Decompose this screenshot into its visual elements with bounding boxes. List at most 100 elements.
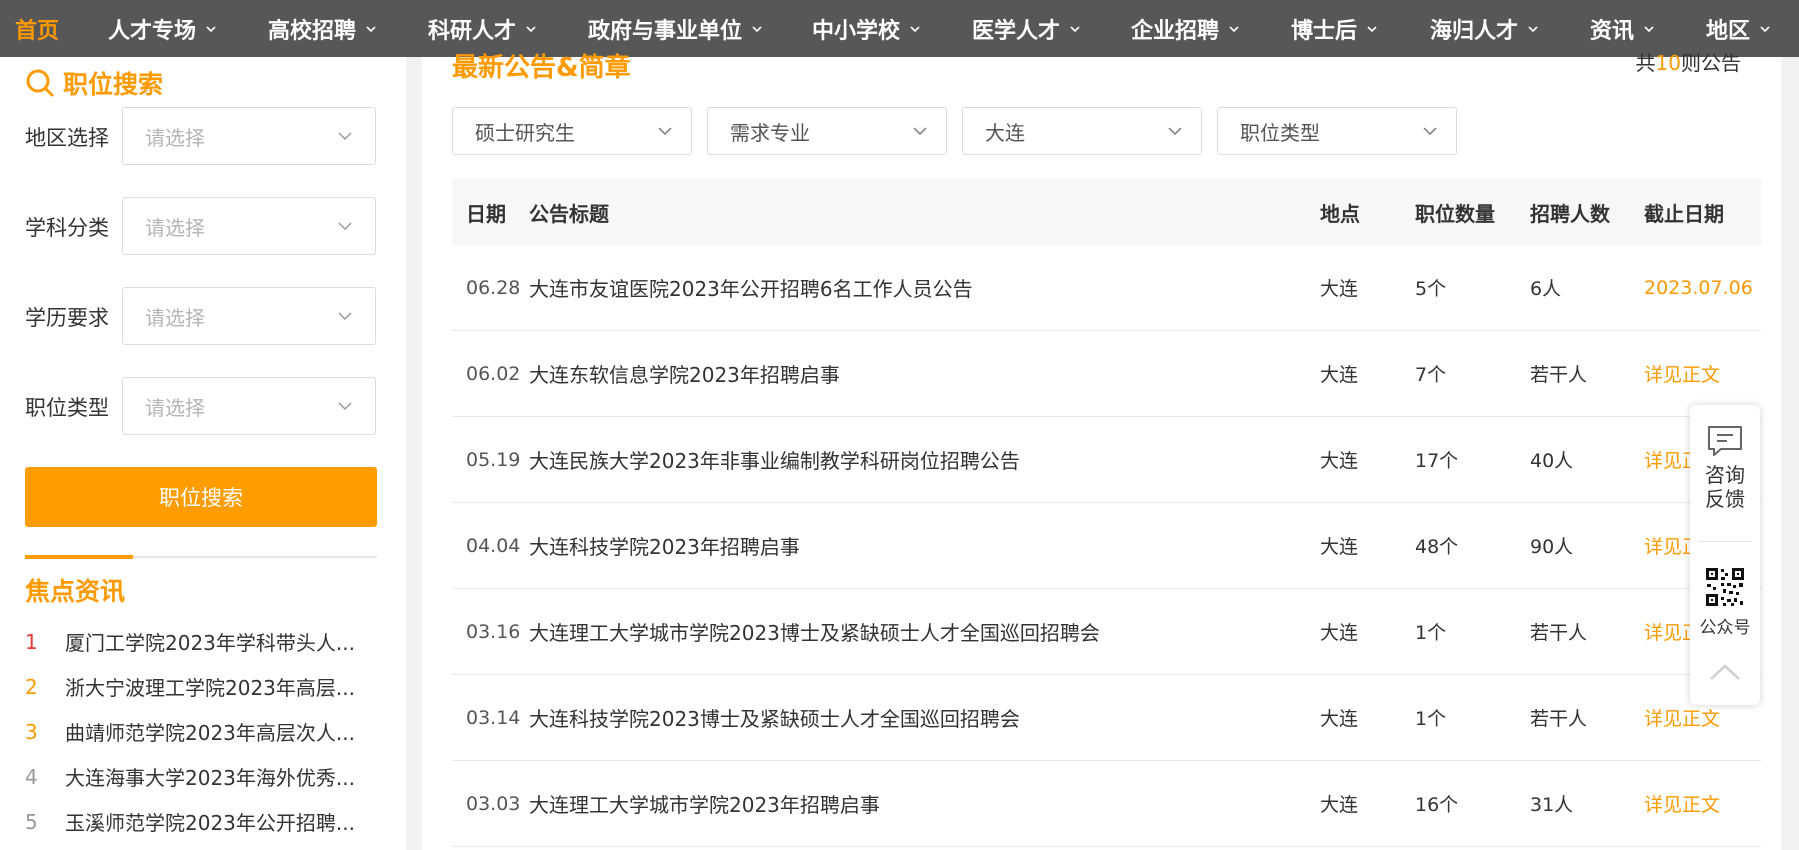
chevron-down-icon: [526, 25, 536, 32]
nav-label: 医学人才: [972, 18, 1061, 44]
news-title[interactable]: 大连海事大学2023年海外优秀...: [65, 762, 375, 791]
nav-schools[interactable]: 中小学校: [812, 0, 922, 57]
row-hires: 40人: [1530, 450, 1574, 472]
news-item[interactable]: 2 浙大宁波理工学院2023年高层...: [25, 664, 375, 709]
major-filter[interactable]: 需求专业: [707, 107, 947, 155]
row-deadline: 2023.07.06: [1644, 276, 1753, 299]
news-rank: 2: [25, 674, 38, 699]
row-location: 大连: [1320, 536, 1359, 558]
row-positions: 7个: [1415, 364, 1447, 386]
focus-news-list: 1 厦门工学院2023年学科带头人... 2 浙大宁波理工学院2023年高层..…: [25, 619, 375, 844]
row-title-link[interactable]: 大连市友谊医院2023年公开招聘6名工作人员公告: [529, 245, 973, 330]
filter-label: 学历要求: [25, 306, 109, 330]
row-hires: 若干人: [1530, 708, 1588, 730]
row-positions: 48个: [1415, 536, 1459, 558]
filter-value: 大连: [985, 120, 1025, 145]
chevron-down-icon: [366, 25, 376, 32]
news-item[interactable]: 3 曲靖师范学院2023年高层次人...: [25, 709, 375, 754]
table-row[interactable]: 05.19 大连民族大学2023年非事业编制教学科研岗位招聘公告 大连 17个 …: [452, 417, 1761, 503]
table-row[interactable]: 03.03 大连理工大学城市学院2023年招聘启事 大连 16个 31人 详见正…: [452, 761, 1761, 847]
row-location: 大连: [1320, 708, 1359, 730]
row-title-link[interactable]: 大连理工大学城市学院2023年招聘启事: [529, 761, 880, 846]
filter-label: 职位类型: [25, 396, 109, 420]
news-item[interactable]: 4 大连海事大学2023年海外优秀...: [25, 754, 375, 799]
chevron-down-icon: [1760, 25, 1770, 32]
row-title-link[interactable]: 大连科技学院2023博士及紧缺硕士人才全国巡回招聘会: [529, 675, 1020, 760]
nav-university[interactable]: 高校招聘: [268, 0, 378, 57]
education-select[interactable]: 请选择: [122, 287, 376, 345]
chevron-down-icon: [913, 127, 927, 136]
row-hires: 若干人: [1530, 622, 1588, 644]
nav-label: 首页: [15, 18, 60, 44]
nav-talent-special[interactable]: 人才专场: [108, 0, 218, 57]
chevron-down-icon: [1644, 25, 1654, 32]
table-header: 日期 公告标题 地点 职位数量 招聘人数 截止日期: [452, 179, 1761, 245]
nav-label: 科研人才: [428, 18, 517, 44]
nav-postdoc[interactable]: 博士后: [1291, 0, 1379, 57]
news-item[interactable]: 1 厦门工学院2023年学科带头人...: [25, 619, 375, 664]
news-title[interactable]: 玉溪师范学院2023年公开招聘...: [65, 807, 375, 836]
job-search-title: 职位搜索: [25, 65, 163, 101]
row-location: 大连: [1320, 794, 1359, 816]
row-deadline[interactable]: 详见正文: [1644, 761, 1720, 846]
nav-label: 人才专场: [108, 18, 197, 44]
news-title[interactable]: 曲靖师范学院2023年高层次人...: [65, 717, 375, 746]
news-item[interactable]: 5 玉溪师范学院2023年公开招聘...: [25, 799, 375, 844]
focus-news-title: 焦点资讯: [25, 577, 126, 606]
discipline-select[interactable]: 请选择: [122, 197, 376, 255]
message-icon: [1708, 426, 1742, 456]
region-select[interactable]: 请选择: [122, 107, 376, 165]
row-location: 大连: [1320, 450, 1359, 472]
table-row[interactable]: 06.28 大连市友谊医院2023年公开招聘6名工作人员公告 大连 5个 6人 …: [452, 245, 1761, 331]
chevron-down-icon: [206, 25, 216, 32]
filter-region: 地区选择 请选择: [25, 107, 376, 167]
nav-label: 博士后: [1291, 18, 1358, 44]
nav-overseas[interactable]: 海归人才: [1430, 0, 1540, 57]
news-rank: 1: [25, 629, 38, 654]
table-row[interactable]: 04.04 大连科技学院2023年招聘启事 大连 48个 90人 详见正: [452, 503, 1761, 589]
nav-home[interactable]: 首页: [15, 0, 59, 57]
table-row[interactable]: 03.16 大连理工大学城市学院2023博士及紧缺硕士人才全国巡回招聘会 大连 …: [452, 589, 1761, 675]
divider: [1698, 541, 1752, 542]
table-row[interactable]: 06.02 大连东软信息学院2023年招聘启事 大连 7个 若干人 详见正文: [452, 331, 1761, 417]
announcements-title: 最新公告&简章: [452, 53, 631, 83]
row-date: 04.04: [466, 534, 521, 557]
row-title-link[interactable]: 大连理工大学城市学院2023博士及紧缺硕士人才全国巡回招聘会: [529, 589, 1100, 674]
back-to-top-button[interactable]: [1690, 661, 1760, 687]
divider-accent: [25, 555, 133, 559]
row-date: 03.14: [466, 706, 521, 729]
row-deadline[interactable]: 详见正文: [1644, 331, 1720, 416]
job-type-select[interactable]: 请选择: [122, 377, 376, 435]
feedback-button[interactable]: 咨询 反馈: [1690, 423, 1760, 511]
education-filter[interactable]: 硕士研究生: [452, 107, 692, 155]
row-date: 06.02: [466, 362, 521, 385]
col-location: 地点: [1320, 201, 1360, 226]
row-location: 大连: [1320, 622, 1359, 644]
nav-enterprise[interactable]: 企业招聘: [1131, 0, 1241, 57]
total-suffix: 则公告: [1681, 51, 1741, 75]
wechat-qr-button[interactable]: 公众号: [1690, 565, 1760, 638]
filter-value: 职位类型: [1240, 120, 1320, 145]
search-icon: [26, 69, 54, 97]
table-row[interactable]: 03.14 大连科技学院2023博士及紧缺硕士人才全国巡回招聘会 大连 1个 若…: [452, 675, 1761, 761]
filter-value: 硕士研究生: [475, 120, 575, 145]
news-title[interactable]: 厦门工学院2023年学科带头人...: [65, 627, 375, 656]
city-filter[interactable]: 大连: [962, 107, 1202, 155]
row-hires: 31人: [1530, 794, 1574, 816]
row-title-link[interactable]: 大连科技学院2023年招聘启事: [529, 503, 800, 588]
news-title[interactable]: 浙大宁波理工学院2023年高层...: [65, 672, 375, 701]
col-date: 日期: [466, 201, 506, 226]
col-hires: 招聘人数: [1530, 201, 1610, 226]
feedback-label: 咨询: [1705, 463, 1745, 487]
row-date: 03.03: [466, 792, 521, 815]
nav-medical[interactable]: 医学人才: [972, 0, 1082, 57]
total-count: 共10则公告: [1636, 47, 1741, 85]
row-title-link[interactable]: 大连民族大学2023年非事业编制教学科研岗位招聘公告: [529, 417, 1020, 502]
row-date: 05.19: [466, 448, 521, 471]
row-title-link[interactable]: 大连东软信息学院2023年招聘启事: [529, 331, 840, 416]
chevron-down-icon: [910, 25, 920, 32]
job-type-filter[interactable]: 职位类型: [1217, 107, 1457, 155]
chevron-down-icon: [338, 132, 352, 141]
nav-label: 政府与事业单位: [588, 18, 743, 44]
job-search-button[interactable]: 职位搜索: [25, 467, 377, 527]
